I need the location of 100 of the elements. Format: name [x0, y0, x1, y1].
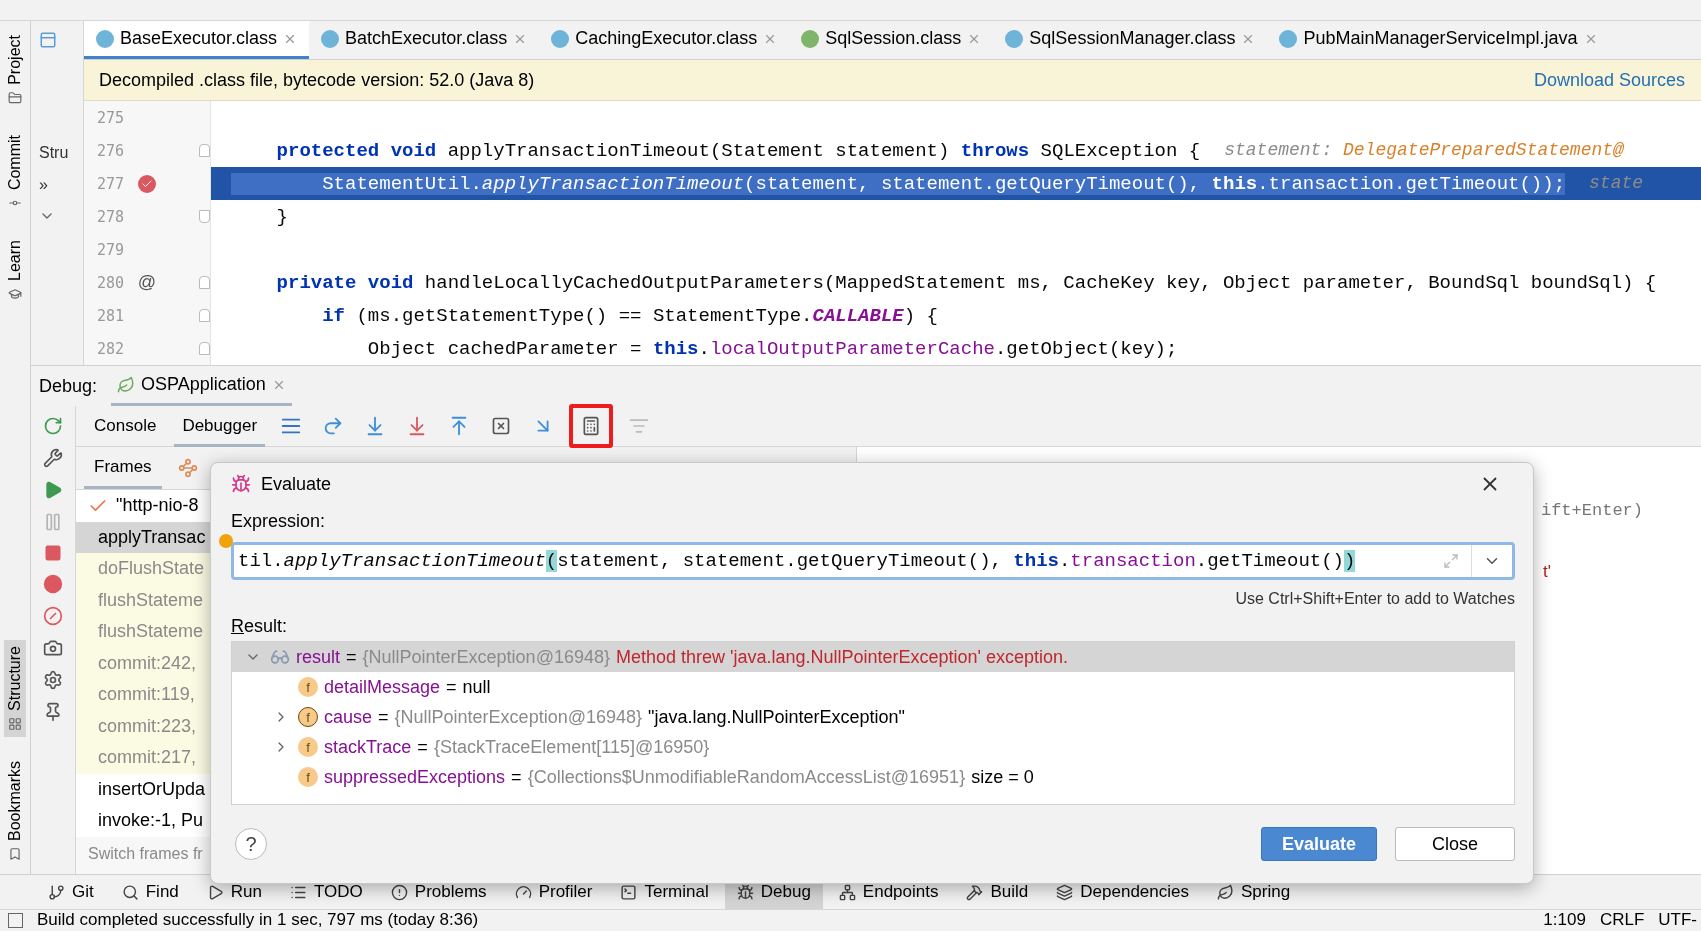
grid-icon[interactable]: [8, 716, 22, 731]
tree-row[interactable]: f cause = {NullPointerException@16948} "java.lang.NullPointerException": [232, 702, 1514, 732]
code-line: private void handleLocallyCachedOutputParameters(MappedStatement ms, CacheKey key, Object parameter, BoundSql boundSql) {: [275, 271, 1658, 294]
layers-icon: [1056, 883, 1074, 901]
interface-icon: [801, 29, 820, 48]
class-icon: [551, 29, 570, 48]
fold-icon[interactable]: [199, 144, 210, 157]
dialog-button[interactable]: Close: [1394, 827, 1515, 861]
code-line: Object cachedParameter = this.localOutputParameterCache.getObject(key);: [366, 337, 1179, 360]
play-icon[interactable]: [43, 480, 63, 500]
alert-icon: [390, 883, 408, 901]
tree-row[interactable]: f suppressedExceptions = {Collections$UnmodifiableRandomAccessList@16951} size = 0: [232, 762, 1514, 792]
class-icon: [321, 29, 340, 48]
panel-icon[interactable]: [39, 31, 57, 49]
editor-tab[interactable]: SqlSessionManager.class: [993, 21, 1268, 59]
trace-icon: [629, 416, 650, 436]
class-icon: [1279, 29, 1298, 48]
settings-icon[interactable]: [43, 448, 63, 468]
watch-hint: ift+Enter): [1540, 501, 1643, 520]
fold-icon[interactable]: [199, 342, 210, 355]
gauge-icon: [514, 883, 532, 901]
editor-tab[interactable]: PubMainManagerServiceImpl.java: [1267, 21, 1610, 59]
fold-icon[interactable]: [199, 309, 210, 322]
tree-row[interactable]: result = {NullPointerException@16948} Method threw 'java.lang.NullPointerException' exception.: [232, 642, 1514, 672]
settings-icon[interactable]: [43, 670, 63, 690]
cursor-position[interactable]: 1:109: [1543, 910, 1586, 930]
glasses-icon: [270, 647, 290, 667]
rerun-icon[interactable]: [43, 416, 63, 436]
code-line: StatementUtil.applyTransactionTimeout(statement, statement.getQueryTimeout(), this.transaction.getTimeout()); state: [211, 172, 1701, 195]
bulb-icon[interactable]: [219, 534, 233, 548]
editor-tab[interactable]: BatchExecutor.class: [309, 21, 540, 59]
editor-tab[interactable]: SqlSession.class: [789, 21, 994, 59]
tool-window-button[interactable]: Terminal: [608, 875, 721, 909]
tool-window-button[interactable]: Run: [194, 875, 274, 909]
help-button[interactable]: ?: [235, 828, 267, 860]
tool-window-button[interactable]: Profiler: [502, 875, 605, 909]
expand-icon[interactable]: [1443, 553, 1459, 569]
code-line: if (ms.getStatementType() == StatementType.CALLABLE) {: [321, 304, 939, 327]
tree-row[interactable]: f detailMessage = null: [232, 672, 1514, 702]
branch-icon: [48, 883, 65, 901]
stop-icon[interactable]: [44, 544, 62, 562]
line-number: 276: [95, 141, 124, 160]
expression-label: Expression:: [231, 511, 327, 532]
more-button[interactable]: »: [39, 176, 48, 194]
line-number: 282: [95, 339, 124, 358]
override-marker[interactable]: @: [137, 272, 157, 293]
tool-window-tab[interactable]: Project: [4, 29, 26, 111]
expression-field[interactable]: til.applyTransactionTimeout(statement, statement.getQueryTimeout(), this.transaction.getTimeout()): [231, 542, 1515, 580]
breakpoint-icon[interactable]: [138, 174, 156, 193]
status-message: Build completed successfully in 1 sec, 797 ms (today 8:36): [37, 910, 479, 930]
tool-window-button[interactable]: Git: [36, 875, 106, 909]
line-number: 280: [95, 273, 124, 292]
dialog-button[interactable]: Evaluate: [1260, 827, 1377, 861]
bookmark-icon[interactable]: [8, 846, 22, 861]
watches-hint: Use Ctrl+Shift+Enter to add to Watches: [1235, 590, 1515, 608]
code-line: protected void applyTransactionTimeout(Statement statement) throws SQLException { statement: DelegatePreparedStatement@: [275, 139, 1625, 162]
encoding[interactable]: UTF-: [1658, 910, 1697, 930]
line-number: 281: [95, 306, 124, 325]
mute-breakpoints-icon[interactable]: [43, 606, 63, 626]
bug-icon: [736, 883, 754, 901]
frames-hint: Switch frames fr: [88, 844, 203, 862]
tool-window-tab[interactable]: Commit: [4, 128, 26, 216]
folder-icon[interactable]: [8, 90, 22, 105]
hammer-icon: [966, 883, 984, 901]
download-sources-link[interactable]: Download Sources: [1533, 69, 1685, 91]
editor-tab[interactable]: CachingExecutor.class: [539, 21, 790, 59]
tool-window-button[interactable]: TODO: [278, 875, 375, 909]
status-checkbox[interactable]: [8, 913, 23, 928]
tool-window-tab[interactable]: Bookmarks: [4, 754, 26, 867]
toolbar-button[interactable]: [569, 404, 614, 448]
line-number: 278: [95, 207, 124, 226]
tool-window-button[interactable]: Find: [109, 875, 191, 909]
tree-row[interactable]: f stackTrace = {StackTraceElement[115]@16950}: [232, 732, 1514, 762]
tool-window-button[interactable]: Dependencies: [1044, 875, 1201, 909]
line-separator[interactable]: CRLF: [1599, 910, 1645, 930]
terminal-icon: [620, 883, 638, 901]
tool-window-button[interactable]: Spring: [1205, 875, 1303, 909]
threads-icon[interactable]: [177, 458, 198, 478]
tool-window-button[interactable]: Build: [954, 875, 1041, 909]
class-icon: [96, 29, 114, 48]
fold-icon[interactable]: [199, 276, 210, 289]
drop-frame-icon: [491, 416, 512, 436]
camera-icon[interactable]: [43, 638, 63, 658]
line-number: 277: [95, 174, 124, 193]
line-number: 275: [95, 108, 124, 127]
debug-label: Debug:: [39, 375, 98, 397]
tool-window-tab[interactable]: Structure: [4, 639, 26, 737]
result-label: Result:: [231, 616, 289, 637]
panel-title: Stru: [39, 144, 69, 162]
tool-window-tab[interactable]: Learn: [4, 233, 26, 307]
session-tab[interactable]: OSPApplication: [111, 366, 292, 406]
leaf-icon: [117, 375, 136, 394]
pin-icon[interactable]: [43, 702, 63, 722]
fold-icon[interactable]: [199, 210, 210, 223]
breakpoint-icon[interactable]: [43, 574, 63, 594]
tool-window-button[interactable]: Problems: [378, 875, 499, 909]
cap-icon[interactable]: [8, 286, 22, 301]
editor-tab[interactable]: BaseExecutor.class: [84, 21, 310, 59]
debugger-tab[interactable]: Console: [86, 405, 165, 447]
debugger-tab[interactable]: Debugger: [174, 405, 266, 447]
